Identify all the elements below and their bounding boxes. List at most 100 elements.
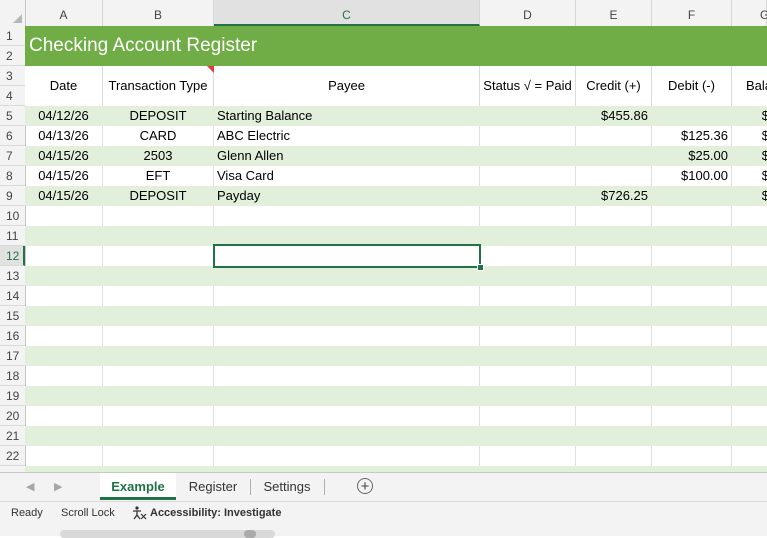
cell-balance[interactable]: $ [732,186,767,206]
row-header[interactable]: 9 [0,186,25,206]
empty-row[interactable] [25,206,767,226]
header-transaction-type[interactable]: Transaction Type [103,66,214,106]
cell-status[interactable] [480,146,576,166]
row-header[interactable]: 8 [0,166,25,186]
empty-cell[interactable] [103,206,214,226]
empty-cell[interactable] [576,446,652,466]
tab-settings[interactable]: Settings [252,473,322,500]
empty-cell[interactable] [25,446,103,466]
empty-cell[interactable] [576,406,652,426]
empty-cell[interactable] [576,246,652,266]
row-header[interactable]: 4 [0,86,25,106]
scrollbar-thumb[interactable] [244,530,256,538]
empty-cell[interactable] [25,206,103,226]
column-header-a[interactable]: A [25,0,103,26]
cell-credit[interactable]: $455.86 [576,106,652,126]
accessibility-icon[interactable] [131,505,147,524]
empty-cell[interactable] [214,286,480,306]
cell-credit[interactable] [576,146,652,166]
row-header[interactable]: 16 [0,326,25,346]
cell-status[interactable] [480,166,576,186]
cell-date[interactable]: 04/15/26 [25,186,103,206]
cell-payee[interactable]: Glenn Allen [214,146,480,166]
column-header-g[interactable]: G [732,0,767,26]
cell-debit[interactable] [652,106,732,126]
row-header[interactable]: 20 [0,406,25,426]
row-header[interactable]: 2 [0,46,25,66]
row-header[interactable]: 6 [0,126,25,146]
header-date[interactable]: Date [25,66,103,106]
column-header-d[interactable]: D [480,0,576,26]
cell-date[interactable]: 04/12/26 [25,106,103,126]
empty-row[interactable] [25,426,767,446]
cell-balance[interactable]: $ [732,106,767,126]
empty-cell[interactable] [480,246,576,266]
empty-row[interactable] [25,226,767,246]
empty-row[interactable] [25,386,767,406]
empty-cell[interactable] [576,366,652,386]
empty-cell[interactable] [25,246,103,266]
cell-status[interactable] [480,106,576,126]
empty-cell[interactable] [652,446,732,466]
cell-payee[interactable]: ABC Electric [214,126,480,146]
select-all-corner[interactable] [0,0,26,26]
fill-handle[interactable] [477,264,484,271]
cell-payee[interactable]: Starting Balance [214,106,480,126]
cell-debit[interactable] [652,186,732,206]
column-header-b[interactable]: B [103,0,214,26]
empty-cell[interactable] [652,246,732,266]
comment-indicator-icon[interactable] [207,66,214,73]
scroll-tabs-right-icon[interactable]: ▶ [54,480,62,493]
empty-row[interactable] [25,286,767,306]
column-header-f[interactable]: F [652,0,732,26]
empty-cell[interactable] [652,206,732,226]
row-header[interactable]: 7 [0,146,25,166]
empty-row[interactable] [25,346,767,366]
empty-cell[interactable] [652,326,732,346]
table-row[interactable]: 04/12/26 DEPOSIT Starting Balance $455.8… [25,106,767,126]
row-header[interactable]: 19 [0,386,25,406]
row-header[interactable]: 21 [0,426,25,446]
empty-row[interactable] [25,446,767,466]
empty-cell[interactable] [480,206,576,226]
tab-example[interactable]: Example [100,473,176,500]
empty-cell[interactable] [214,406,480,426]
row-header[interactable]: 22 [0,446,25,466]
empty-cell[interactable] [480,446,576,466]
cell-debit[interactable]: $125.36 [652,126,732,146]
cell-payee[interactable]: Visa Card [214,166,480,186]
empty-cell[interactable] [25,366,103,386]
empty-row[interactable] [25,326,767,346]
empty-cell[interactable] [25,286,103,306]
cell-debit[interactable]: $25.00 [652,146,732,166]
table-row[interactable]: 04/15/26 DEPOSIT Payday $726.25 $ [25,186,767,206]
empty-cell[interactable] [480,326,576,346]
empty-cell[interactable] [25,406,103,426]
cell-debit[interactable]: $100.00 [652,166,732,186]
cell-status[interactable] [480,126,576,146]
empty-row[interactable] [25,306,767,326]
row-header[interactable]: 1 [0,26,25,46]
cell-type[interactable]: CARD [103,126,214,146]
cell-balance[interactable]: $ [732,146,767,166]
cell-date[interactable]: 04/15/26 [25,166,103,186]
header-status[interactable]: Status √ = Paid [480,66,576,106]
empty-cell[interactable] [103,366,214,386]
empty-cell[interactable] [480,286,576,306]
row-header-selected[interactable]: 12 [0,246,25,266]
row-header[interactable]: 14 [0,286,25,306]
empty-row[interactable] [25,406,767,426]
header-balance[interactable]: Balance [732,66,767,106]
status-accessibility[interactable]: Accessibility: Investigate [150,507,281,519]
cell-type[interactable]: EFT [103,166,214,186]
cell-date[interactable]: 04/13/26 [25,126,103,146]
empty-row[interactable] [25,366,767,386]
empty-cell[interactable] [214,446,480,466]
empty-cell[interactable] [103,406,214,426]
cell-status[interactable] [480,186,576,206]
row-header[interactable]: 3 [0,66,25,86]
cell-type[interactable]: DEPOSIT [103,106,214,126]
empty-cell[interactable] [576,326,652,346]
empty-cell[interactable] [652,366,732,386]
empty-row[interactable] [25,266,767,286]
